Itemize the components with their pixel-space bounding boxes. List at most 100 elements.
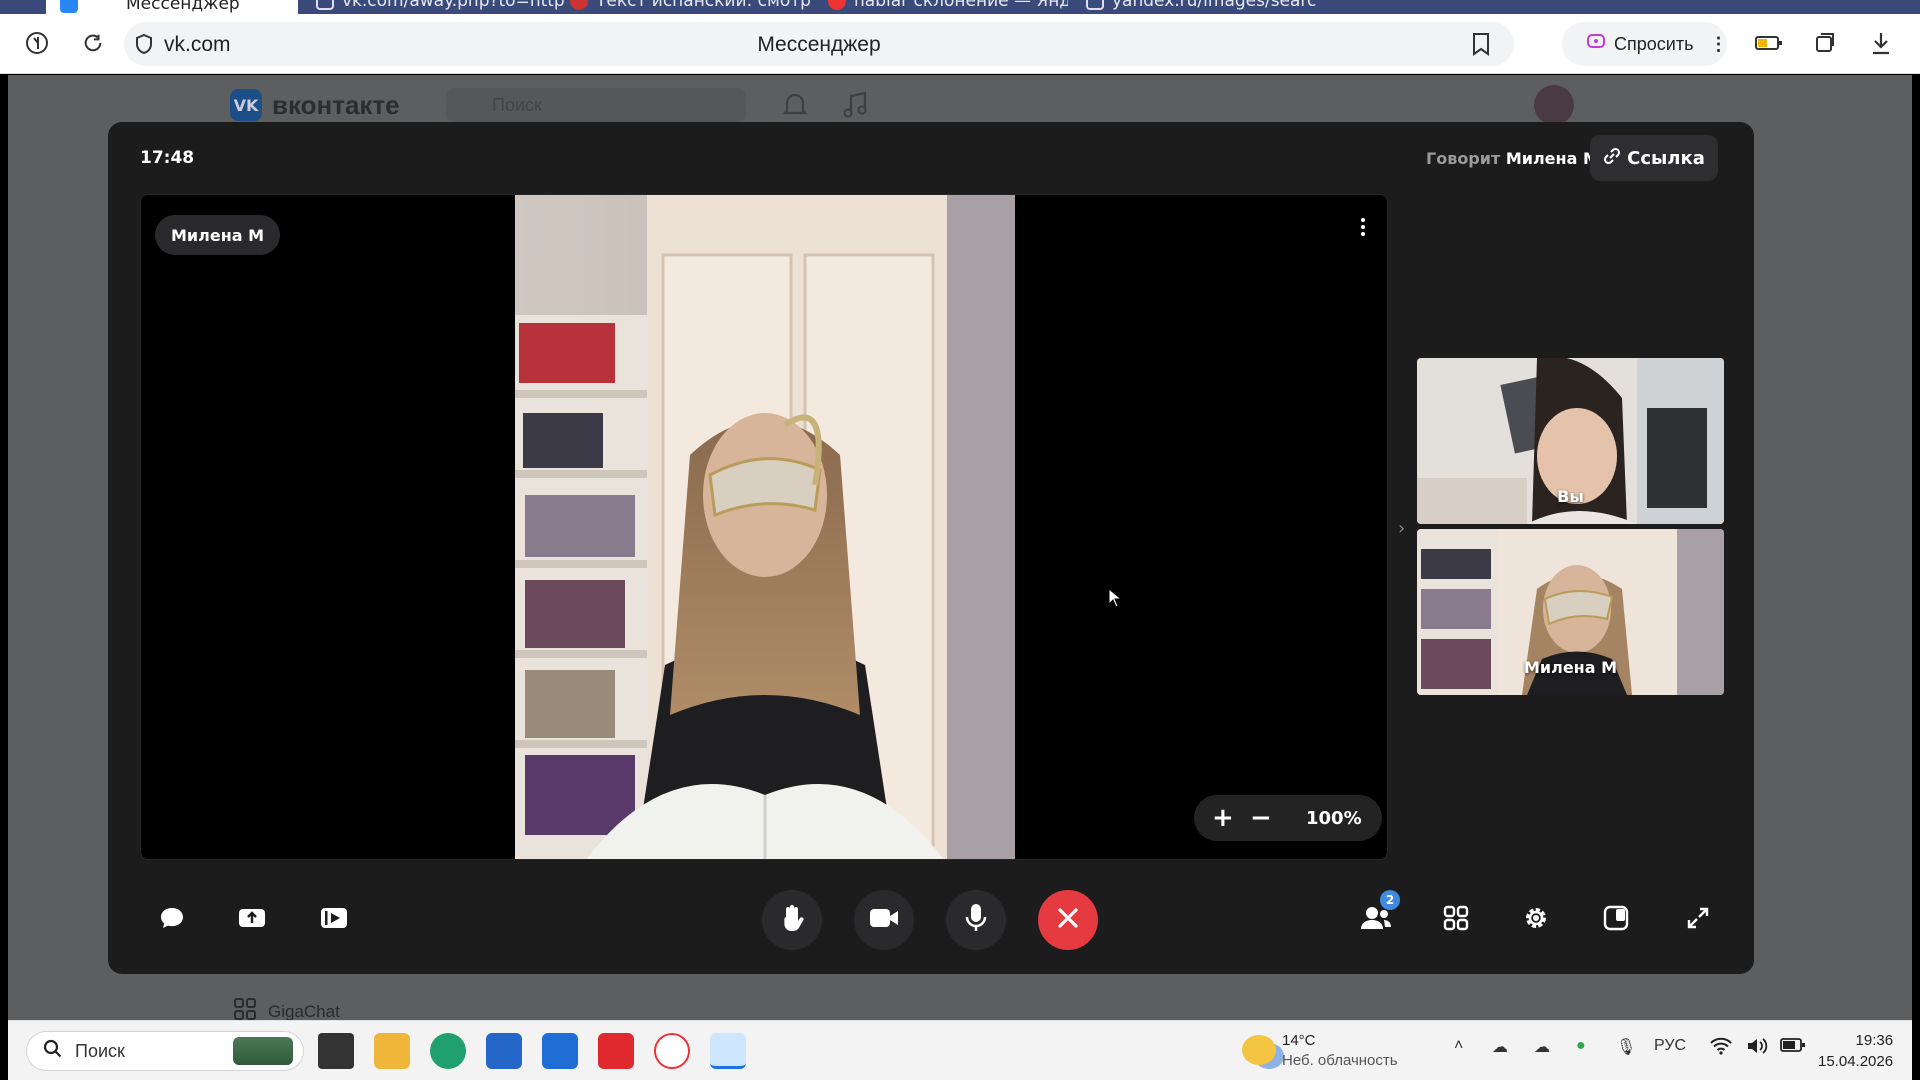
weather-temperature: 14°C	[1282, 1032, 1316, 1049]
expand-icon	[1686, 906, 1710, 934]
taskbar-search-input[interactable]: Поиск	[26, 1031, 304, 1071]
vk-logo[interactable]: VK	[230, 89, 262, 121]
picture-in-picture-button[interactable]	[1594, 898, 1638, 942]
reload-icon[interactable]	[78, 28, 108, 58]
cloud-icon[interactable]: ☁	[1492, 1037, 1508, 1057]
alice-icon	[1586, 32, 1606, 57]
battery-saver-icon[interactable]	[1754, 28, 1784, 58]
vk-search-input[interactable]: Поиск	[446, 88, 746, 124]
bookmark-icon[interactable]	[1472, 32, 1490, 60]
outlook-icon[interactable]	[542, 1033, 578, 1069]
screen: Мессенджер vk.com/away.php?to=http Текст…	[0, 0, 1920, 1080]
pip-icon	[1603, 905, 1629, 935]
tab-label: hablar склонение — Янде	[854, 0, 1068, 11]
chat-button[interactable]	[150, 898, 194, 942]
link-label: Ссылка	[1627, 147, 1705, 169]
grid-layout-button[interactable]	[1434, 898, 1478, 942]
speaking-indicator: Говорит Милена М	[1426, 149, 1599, 168]
hand-icon	[778, 903, 806, 937]
grid-icon	[1443, 905, 1469, 935]
tab-label: vk.com/away.php?to=http	[342, 0, 565, 11]
onedrive-icon[interactable]: ☁	[1534, 1037, 1550, 1057]
wps-office-icon[interactable]	[598, 1033, 634, 1069]
ask-alice-button[interactable]: Спросить ⋮	[1562, 22, 1727, 66]
weather-description: Неб. облачность	[1282, 1052, 1398, 1069]
site-favicon-icon	[570, 0, 588, 10]
video-camera-icon	[869, 907, 899, 933]
fullscreen-button[interactable]	[1676, 898, 1720, 942]
microsoft-store-icon[interactable]	[486, 1033, 522, 1069]
copy-link-button[interactable]: Ссылка	[1590, 135, 1718, 181]
speaking-prefix: Говорит	[1426, 149, 1501, 168]
clock-time: 19:36	[1855, 1032, 1894, 1049]
call-duration: 17:48	[140, 148, 195, 168]
raise-hand-button[interactable]	[762, 890, 822, 950]
tab-label: Текст испанский: смотри	[596, 0, 810, 11]
participant-video	[515, 195, 1015, 859]
tab-label: Мессенджер	[126, 0, 240, 14]
mouse-cursor-icon	[1108, 587, 1123, 612]
weather-widget[interactable]: 14°C Неб. облачность	[1282, 1031, 1398, 1071]
browser-tab-strip: Мессенджер vk.com/away.php?to=http Текст…	[0, 0, 1920, 20]
weather-icon	[1242, 1035, 1276, 1065]
battery-icon[interactable]	[1780, 1037, 1806, 1058]
collections-icon[interactable]	[1810, 28, 1840, 58]
task-view-icon[interactable]	[318, 1033, 354, 1069]
download-icon[interactable]	[1866, 28, 1896, 58]
thumbnail-label: Милена М	[1523, 658, 1618, 677]
participants-button[interactable]: 2	[1354, 890, 1400, 942]
screen-share-button[interactable]	[230, 898, 274, 942]
link-icon	[1603, 147, 1621, 170]
tab-label: yandex.ru/images/search?	[1112, 0, 1316, 11]
volume-icon[interactable]	[1746, 1037, 1768, 1060]
video-call-window: 17:48 Говорит Милена М Ссылка Милена М +…	[108, 122, 1754, 974]
gear-icon	[1522, 904, 1550, 936]
thumbnail-self[interactable]: Вы	[1417, 358, 1724, 524]
search-icon	[43, 1039, 63, 1064]
thumbnail-label: Вы	[1557, 487, 1584, 506]
yandex-browser-icon[interactable]	[22, 28, 52, 58]
camera-button[interactable]	[854, 890, 914, 950]
edge-browser-icon[interactable]	[430, 1033, 466, 1069]
chevron-right-icon[interactable]: ›	[1398, 518, 1405, 539]
taskbar-search-placeholder: Поиск	[75, 1040, 125, 1061]
gigachat-label: GigaChat	[268, 1001, 340, 1021]
wifi-icon[interactable]	[1710, 1037, 1732, 1060]
chevron-up-icon[interactable]: ˄	[1454, 1037, 1463, 1055]
page-favicon-icon	[1086, 0, 1104, 10]
language-indicator[interactable]: РУС	[1654, 1037, 1686, 1055]
end-call-button[interactable]	[1038, 890, 1098, 950]
speaking-name: Милена М	[1505, 149, 1599, 168]
yandex-browser-taskbar-icon[interactable]	[654, 1033, 690, 1069]
browser-toolbar: vk.com Мессенджер Спросить ⋮	[0, 14, 1920, 74]
bell-icon[interactable]	[782, 91, 808, 123]
music-icon[interactable]	[842, 91, 868, 123]
microphone-tray-icon[interactable]: 🎙	[1616, 1037, 1636, 1057]
participant-name-tag: Милена М	[155, 215, 281, 255]
ask-label: Спросить	[1614, 33, 1694, 54]
profile-avatar[interactable]	[1534, 85, 1574, 125]
vk-favicon-icon	[60, 0, 78, 13]
microphone-button[interactable]	[946, 890, 1006, 950]
main-video-stage[interactable]: Милена М + − 100%	[140, 194, 1388, 860]
zoom-out-button[interactable]: −	[1250, 803, 1272, 833]
microphone-icon	[965, 903, 987, 937]
vk-brand-name: вконтакте	[272, 90, 400, 120]
participants-count-badge: 2	[1380, 890, 1400, 910]
settings-button[interactable]	[1514, 898, 1558, 942]
upload-screen-icon	[238, 906, 266, 934]
close-icon	[1056, 906, 1080, 934]
zoom-in-button[interactable]: +	[1212, 803, 1234, 833]
more-vertical-icon[interactable]: ⋮	[1709, 34, 1727, 55]
system-clock[interactable]: 19:36 15.04.2026	[1818, 1030, 1893, 1072]
vpn-icon[interactable]: ●	[1576, 1037, 1586, 1055]
thumbnail-participant[interactable]: Милена М	[1417, 529, 1724, 695]
zoom-level: 100%	[1306, 807, 1362, 829]
address-bar[interactable]: vk.com Мессенджер	[124, 22, 1514, 66]
snipping-tool-icon[interactable]	[710, 1033, 746, 1069]
clock-date: 15.04.2026	[1818, 1053, 1894, 1070]
file-explorer-icon[interactable]	[374, 1033, 410, 1069]
more-options-icon[interactable]	[1355, 215, 1371, 239]
play-media-button[interactable]	[312, 898, 356, 942]
page-title: Мессенджер	[757, 33, 881, 56]
